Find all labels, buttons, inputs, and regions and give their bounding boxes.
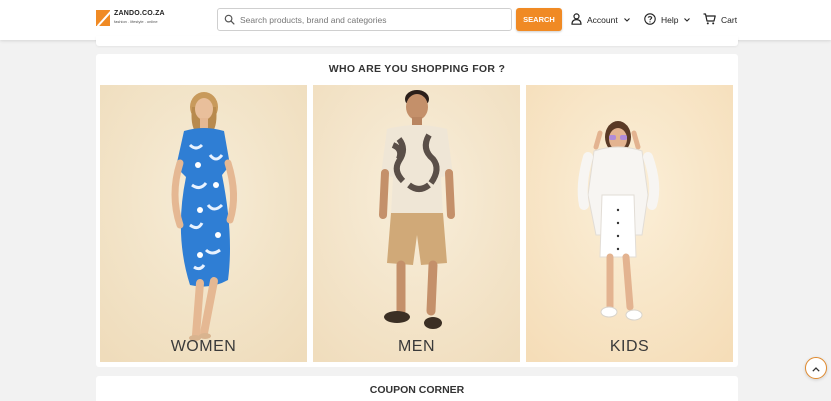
- search-input[interactable]: [240, 14, 500, 25]
- card-label-women: WOMEN: [170, 338, 237, 355]
- logo-tagline: fashion . lifestyle . online: [114, 19, 158, 24]
- chevron-up-icon: [812, 359, 820, 377]
- logo-mark-icon: [96, 10, 110, 26]
- search-icon: [218, 9, 240, 30]
- card-label-men: MEN: [397, 338, 436, 355]
- kids-model-image: [526, 85, 733, 362]
- user-icon: [571, 13, 582, 27]
- coupon-section-title: COUPON CORNER: [369, 384, 465, 396]
- account-menu[interactable]: Account: [571, 11, 630, 29]
- chevron-down-icon: [684, 18, 691, 22]
- cart-icon: [703, 13, 716, 27]
- site-logo[interactable]: ZANDO.CO.ZA fashion . lifestyle . online: [96, 10, 165, 26]
- logo-name: ZANDO.CO.ZA: [114, 10, 165, 17]
- category-card-men[interactable]: MEN: [313, 85, 520, 362]
- site-header: ZANDO.CO.ZA fashion . lifestyle . online…: [0, 0, 831, 40]
- help-label: Help: [661, 15, 679, 25]
- women-model-image: [100, 85, 307, 362]
- search-button[interactable]: SEARCH: [516, 8, 562, 31]
- category-card-kids[interactable]: KIDS: [526, 85, 733, 362]
- shopping-for-section: WHO ARE YOU SHOPPING FOR ? WOMEN MEN KID…: [96, 54, 738, 367]
- help-menu[interactable]: Help: [644, 11, 691, 29]
- cart-link[interactable]: Cart: [703, 11, 737, 29]
- previous-section-edge: [96, 36, 738, 46]
- coupon-corner-section: COUPON CORNER: [96, 376, 738, 401]
- card-label-kids: KIDS: [609, 338, 650, 355]
- account-label: Account: [587, 15, 618, 25]
- search-bar: [217, 8, 512, 31]
- section-title: WHO ARE YOU SHOPPING FOR ?: [328, 63, 506, 75]
- men-model-image: [313, 85, 520, 362]
- chevron-down-icon: [623, 18, 630, 22]
- help-icon: [644, 13, 656, 27]
- category-card-women[interactable]: WOMEN: [100, 85, 307, 362]
- scroll-to-top-button[interactable]: [805, 357, 827, 379]
- cart-label: Cart: [721, 15, 738, 25]
